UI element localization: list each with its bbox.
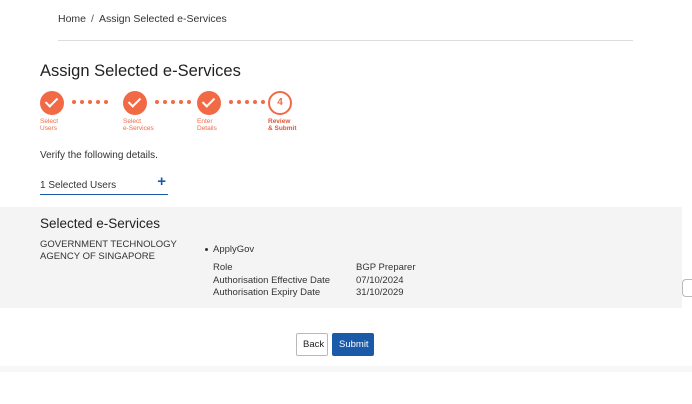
check-icon (40, 91, 64, 115)
detail-value: BGP Preparer (356, 262, 416, 273)
verify-instruction: Verify the following details. (40, 150, 158, 161)
breadcrumb-current: Assign Selected e-Services (98, 13, 227, 25)
detail-row: Authorisation Expiry Date 31/10/2029 (213, 287, 416, 300)
step-number: 4 (268, 91, 292, 115)
detail-value: 07/10/2024 (356, 274, 404, 286)
progress-stepper: Select Users Select e-Services Enter Det… (40, 90, 340, 136)
back-button[interactable]: Back (296, 333, 328, 356)
plus-icon[interactable]: + (157, 173, 166, 190)
detail-row: Authorisation Effective Date 07/10/2024 (213, 275, 416, 288)
selected-users-field[interactable]: 1 Selected Users + (40, 173, 168, 195)
service-details: Role BGP Preparer Authorisation Effective… (213, 262, 416, 300)
check-icon (197, 91, 221, 115)
detail-key: Role (213, 262, 233, 273)
breadcrumb-home-link[interactable]: Home (58, 13, 86, 25)
section-title: Selected e-Services (40, 216, 161, 231)
page-title: Assign Selected e-Services (40, 62, 241, 80)
step-label: Select e-Services (123, 118, 154, 132)
breadcrumb-separator: / (91, 13, 94, 25)
detail-key: Authorisation Effective Date (213, 274, 331, 286)
service-item: ApplyGov (205, 244, 254, 255)
bullet-icon (205, 247, 208, 251)
side-tab-handle[interactable] (682, 279, 692, 297)
detail-value: 31/10/2029 (356, 287, 404, 298)
detail-key: Authorisation Expiry Date (213, 287, 321, 298)
breadcrumb: Home / Assign Selected e-Services (58, 13, 227, 25)
submit-button[interactable]: Submit (332, 333, 374, 356)
agency-name: GOVERNMENT TECHNOLOGY AGENCY OF SINGAPOR… (40, 239, 177, 262)
header-divider (58, 40, 633, 41)
step-connector (155, 100, 191, 106)
selected-eservices-panel: Selected e-Services GOVERNMENT TECHNOLOG… (0, 207, 682, 308)
detail-row: Role BGP Preparer (213, 262, 416, 275)
step-label: Select Users (40, 118, 59, 132)
service-name: ApplyGov (213, 244, 255, 255)
step-label: Review & Submit (268, 118, 297, 132)
step-connector (72, 100, 108, 106)
step-connector (229, 100, 265, 106)
check-icon (123, 91, 147, 115)
footer-divider (0, 366, 692, 372)
selected-users-label[interactable]: 1 Selected Users (40, 180, 116, 191)
step-label: Enter Details (197, 118, 217, 132)
